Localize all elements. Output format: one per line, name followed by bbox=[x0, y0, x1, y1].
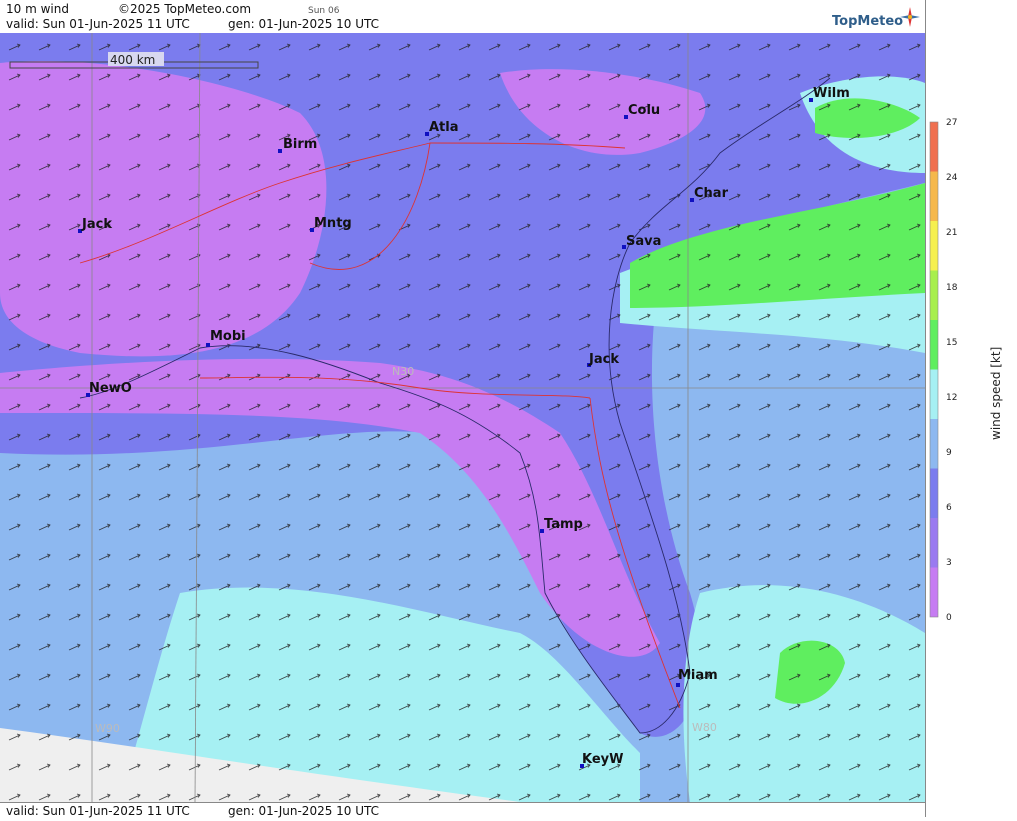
legend-tick-label: 21 bbox=[946, 228, 957, 238]
legend-tick-label: 0 bbox=[946, 613, 952, 623]
wind-map[interactable]: 400 km N30 W90 W80 Birm Atla Colu Wilm C… bbox=[0, 33, 925, 802]
city-label: Wilm bbox=[813, 86, 850, 101]
legend-color-band bbox=[930, 369, 938, 419]
city-label: Colu bbox=[628, 103, 660, 118]
legend-color-band bbox=[930, 518, 938, 568]
footer-valid-time: valid: Sun 01-Jun-2025 11 UTC bbox=[6, 804, 190, 818]
city-label: NewO bbox=[89, 381, 132, 396]
city-label: Mobi bbox=[210, 329, 246, 344]
legend-tick-label: 24 bbox=[946, 173, 958, 183]
legend-panel: 27 24 21 18 15 12 9 6 3 0 wind speed [kt] bbox=[925, 0, 1017, 817]
legend-tick-label: 12 bbox=[946, 393, 957, 403]
city-label: KeyW bbox=[582, 752, 623, 767]
color-scale: 27 24 21 18 15 12 9 6 3 0 wind speed [kt] bbox=[929, 118, 1003, 623]
legend-color-band bbox=[930, 567, 938, 617]
city-label: Sava bbox=[626, 234, 661, 249]
city-label: Tamp bbox=[544, 517, 583, 532]
legend-color-band bbox=[930, 270, 938, 320]
legend-tick-label: 9 bbox=[946, 448, 952, 458]
valid-time: valid: Sun 01-Jun-2025 11 UTC bbox=[6, 17, 190, 31]
legend-tick-label: 3 bbox=[946, 558, 952, 568]
copyright: ©2025 TopMeteo.com bbox=[118, 2, 252, 16]
legend-color-band bbox=[930, 320, 938, 370]
lon-label-w80: W80 bbox=[692, 721, 717, 734]
legend-tick-label: 27 bbox=[946, 118, 957, 128]
city-label: Jack bbox=[81, 217, 112, 232]
city-label: Jack bbox=[588, 352, 619, 367]
footer-bar: valid: Sun 01-Jun-2025 11 UTC gen: 01-Ju… bbox=[0, 802, 925, 818]
city-label: Miam bbox=[678, 668, 718, 683]
legend-tick-label: 15 bbox=[946, 338, 957, 348]
generated-time: gen: 01-Jun-2025 10 UTC bbox=[228, 17, 380, 31]
city-label: Birm bbox=[283, 137, 317, 152]
legend-tick-label: 6 bbox=[946, 503, 952, 513]
wind-arrows bbox=[0, 33, 925, 802]
lon-label-w90: W90 bbox=[95, 722, 120, 735]
legend-color-band bbox=[930, 122, 938, 172]
field-title: 10 m wind bbox=[6, 2, 69, 16]
legend-color-band bbox=[930, 419, 938, 469]
city-label: Mntg bbox=[314, 216, 352, 231]
legend-color-band bbox=[930, 468, 938, 518]
legend-tick-label: 18 bbox=[946, 283, 958, 293]
topmeteo-logo: TopMeteo bbox=[832, 14, 904, 29]
compass-icon bbox=[900, 7, 920, 27]
day-marker: Sun 06 bbox=[308, 6, 340, 16]
legend-title: wind speed [kt] bbox=[989, 347, 1003, 440]
city-label: Atla bbox=[429, 120, 459, 135]
lat-label-n30: N30 bbox=[392, 365, 414, 378]
city-label: Char bbox=[694, 186, 729, 201]
legend-color-band bbox=[930, 171, 938, 221]
scale-label: 400 km bbox=[110, 53, 155, 67]
legend-color-band bbox=[930, 221, 938, 271]
header-bar: 10 m wind ©2025 TopMeteo.com Sun 06 vali… bbox=[0, 0, 925, 34]
footer-generated-time: gen: 01-Jun-2025 10 UTC bbox=[228, 804, 380, 818]
